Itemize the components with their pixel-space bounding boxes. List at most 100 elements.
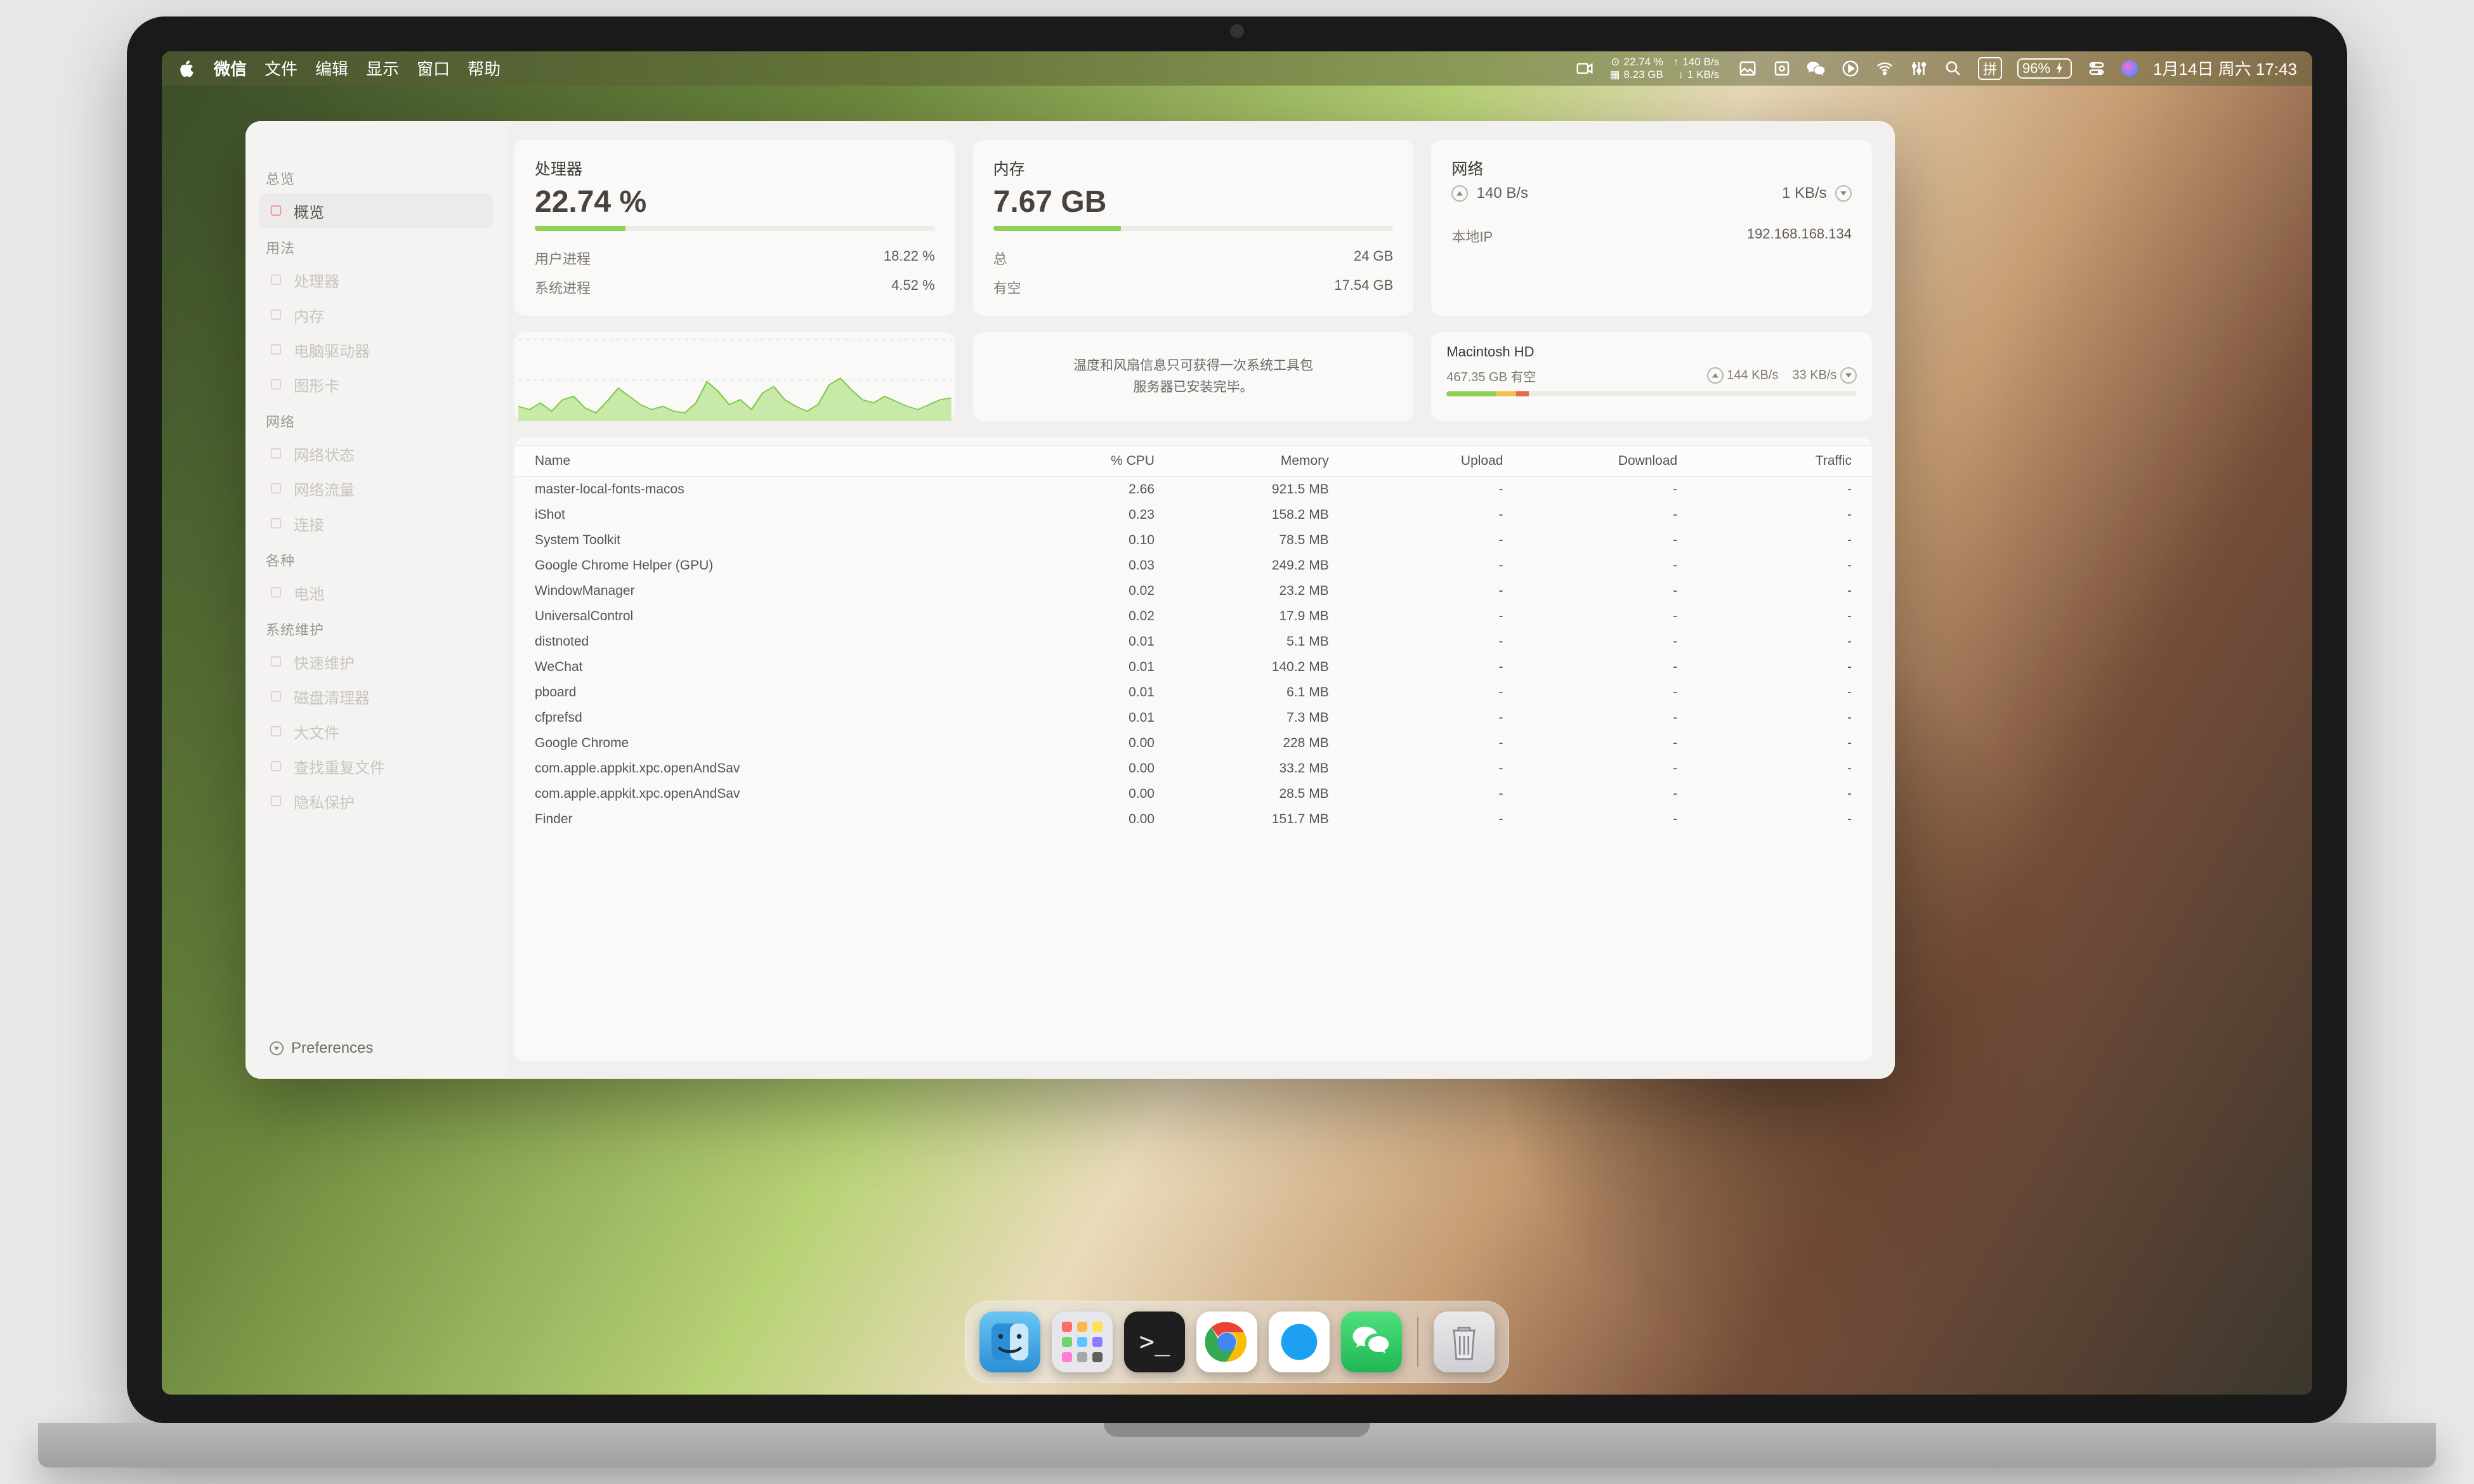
grid-icon: [267, 202, 285, 219]
control-center-icon[interactable]: [2087, 59, 2106, 78]
sidebar-item-label: 内存: [294, 304, 324, 326]
dock-terminal[interactable]: >_: [1124, 1312, 1185, 1372]
dock-chrome[interactable]: [1196, 1312, 1257, 1372]
dock-safari[interactable]: [1269, 1312, 1330, 1372]
ishot-icon[interactable]: [1738, 59, 1757, 78]
input-method[interactable]: 拼: [1978, 57, 2002, 80]
table-row[interactable]: iShot0.23158.2 MB---: [514, 502, 1872, 528]
sidebar-section-title: 网络: [258, 402, 493, 436]
menubar-item-help[interactable]: 帮助: [468, 56, 501, 80]
menubar-mem: 8.23 GB: [1624, 68, 1663, 81]
menubar-datetime[interactable]: 1月14日 周六 17:43: [2153, 56, 2297, 80]
notice-card: 温度和风扇信息只可获得一次系统工具包 服务器已安装完毕。: [973, 332, 1414, 421]
table-row[interactable]: UniversalControl0.0217.9 MB---: [514, 604, 1872, 629]
sidebar-item-net-status[interactable]: 网络状态: [258, 436, 493, 471]
table-row[interactable]: Google Chrome Helper (GPU)0.03249.2 MB--…: [514, 553, 1872, 578]
sidebar-item-cpu[interactable]: 处理器: [258, 263, 493, 297]
table-row[interactable]: WeChat0.01140.2 MB---: [514, 654, 1872, 680]
table-row[interactable]: System Toolkit0.1078.5 MB---: [514, 528, 1872, 553]
memory-card-value: 7.67 GB: [993, 185, 1394, 219]
sidebar-item-shield[interactable]: 隐私保护: [258, 784, 493, 819]
network-card: 网络 140 B/s 1 KB/s 本地IP192.168.168.134: [1431, 140, 1872, 316]
screen-record-icon[interactable]: [1575, 59, 1594, 78]
menubar-item-window[interactable]: 窗口: [417, 56, 450, 80]
sidebar-item-clock[interactable]: 快速维护: [258, 644, 493, 679]
sidebar-item-label: 大文件: [294, 720, 339, 743]
menubar: 微信 文件 编辑 显示 窗口 帮助 ⊙22.74 % ▦8.23 GB: [162, 51, 2312, 86]
network-up-value: 140 B/s: [1477, 185, 1528, 202]
sidebar-item-net-traffic[interactable]: 网络流量: [258, 471, 493, 506]
wifi-icon[interactable]: [1875, 59, 1894, 78]
now-playing-icon[interactable]: [1841, 59, 1860, 78]
sidebar-item-label: 磁盘清理器: [294, 686, 370, 708]
sidebar-item-label: 电脑驱动器: [294, 339, 370, 361]
cpu-row-sys-value: 4.52 %: [891, 277, 935, 297]
table-row[interactable]: Google Chrome0.00228 MB---: [514, 731, 1872, 756]
disk-free: 467.35 GB 有空: [1446, 367, 1536, 385]
net-ip-label: 本地IP: [1451, 226, 1493, 246]
disk-write-icon: [1840, 367, 1857, 384]
dock-wechat[interactable]: [1341, 1312, 1402, 1372]
sidebar-item-dup[interactable]: 查找重复文件: [258, 749, 493, 784]
sidebar-item-connection[interactable]: 连接: [258, 506, 493, 541]
sidebar-item-grid[interactable]: 概览: [258, 193, 493, 228]
th-download[interactable]: Download: [1503, 453, 1677, 469]
sidebar-item-label: 网络状态: [294, 443, 355, 465]
sidebar-item-label: 图形卡: [294, 374, 339, 396]
sidebar-item-drive[interactable]: 电脑驱动器: [258, 332, 493, 367]
disk-write: 33 KB/s: [1792, 368, 1836, 382]
battery-indicator[interactable]: 96%: [2017, 58, 2072, 79]
sidebar-item-broom[interactable]: 磁盘清理器: [258, 679, 493, 714]
table-row[interactable]: com.apple.appkit.xpc.openAndSav0.0033.2 …: [514, 756, 1872, 781]
menubar-system-stats[interactable]: ⊙22.74 % ▦8.23 GB ↑140 B/s ↓1 KB/s: [1609, 56, 1719, 81]
sidebar-section-title: 各种: [258, 541, 493, 575]
sidebar-item-label: 连接: [294, 512, 324, 535]
siri-icon[interactable]: [2121, 60, 2138, 77]
sidebar: 总览概览用法处理器内存电脑驱动器图形卡网络网络状态网络流量连接各种电池系统维护快…: [245, 121, 506, 1079]
menubar-item-edit[interactable]: 编辑: [315, 56, 348, 80]
sidebar-section-title: 总览: [258, 159, 493, 193]
sidebar-item-gpu[interactable]: 图形卡: [258, 367, 493, 402]
dock-trash[interactable]: [1434, 1312, 1495, 1372]
sidebar-item-bigfile[interactable]: 大文件: [258, 714, 493, 749]
battery-icon: [267, 583, 285, 601]
menubar-item-view[interactable]: 显示: [366, 56, 399, 80]
process-table: Name % CPU Memory Upload Download Traffi…: [514, 438, 1872, 1061]
memory-card: 内存 7.67 GB 总24 GB 有空17.54 GB: [973, 140, 1414, 316]
spotlight-icon[interactable]: [1944, 59, 1963, 78]
disk-read-icon: [1707, 367, 1724, 384]
th-upload[interactable]: Upload: [1329, 453, 1503, 469]
dock-launchpad[interactable]: [1052, 1312, 1113, 1372]
bigfile-icon: [267, 722, 285, 740]
download-icon: [1835, 185, 1852, 202]
th-memory[interactable]: Memory: [1155, 453, 1329, 469]
sidebar-item-battery[interactable]: 电池: [258, 575, 493, 610]
table-row[interactable]: WindowManager0.0223.2 MB---: [514, 578, 1872, 604]
cpu-row-user-value: 18.22 %: [884, 248, 935, 268]
table-row[interactable]: master-local-fonts-macos2.66921.5 MB---: [514, 477, 1872, 502]
menubar-item-file[interactable]: 文件: [265, 56, 298, 80]
th-cpu[interactable]: % CPU: [1000, 453, 1155, 469]
table-row[interactable]: com.apple.appkit.xpc.openAndSav0.0028.5 …: [514, 781, 1872, 807]
cpu-card: 处理器 22.74 % 用户进程18.22 % 系统进程4.52 %: [514, 140, 955, 316]
dock-finder[interactable]: [979, 1312, 1040, 1372]
th-name[interactable]: Name: [535, 453, 1000, 469]
sliders-icon[interactable]: [1909, 59, 1928, 78]
screenshot-icon[interactable]: [1772, 59, 1791, 78]
preferences-button[interactable]: Preferences: [258, 1031, 493, 1066]
apple-menu-icon[interactable]: [177, 59, 196, 78]
menubar-cpu-pct: 22.74 %: [1623, 56, 1663, 68]
memory-icon: [267, 306, 285, 323]
table-row[interactable]: distnoted0.015.1 MB---: [514, 629, 1872, 654]
shield-icon: [267, 792, 285, 810]
table-row[interactable]: Finder0.00151.7 MB---: [514, 807, 1872, 832]
disk-name: Macintosh HD: [1446, 344, 1857, 360]
gear-icon: [270, 1041, 284, 1055]
sidebar-item-memory[interactable]: 内存: [258, 297, 493, 332]
table-row[interactable]: cfprefsd0.017.3 MB---: [514, 705, 1872, 731]
wechat-menubar-icon[interactable]: [1807, 59, 1826, 78]
th-traffic[interactable]: Traffic: [1677, 453, 1852, 469]
table-row[interactable]: pboard0.016.1 MB---: [514, 680, 1872, 705]
menubar-app-name[interactable]: 微信: [214, 56, 247, 80]
laptop-base: [38, 1423, 2436, 1468]
